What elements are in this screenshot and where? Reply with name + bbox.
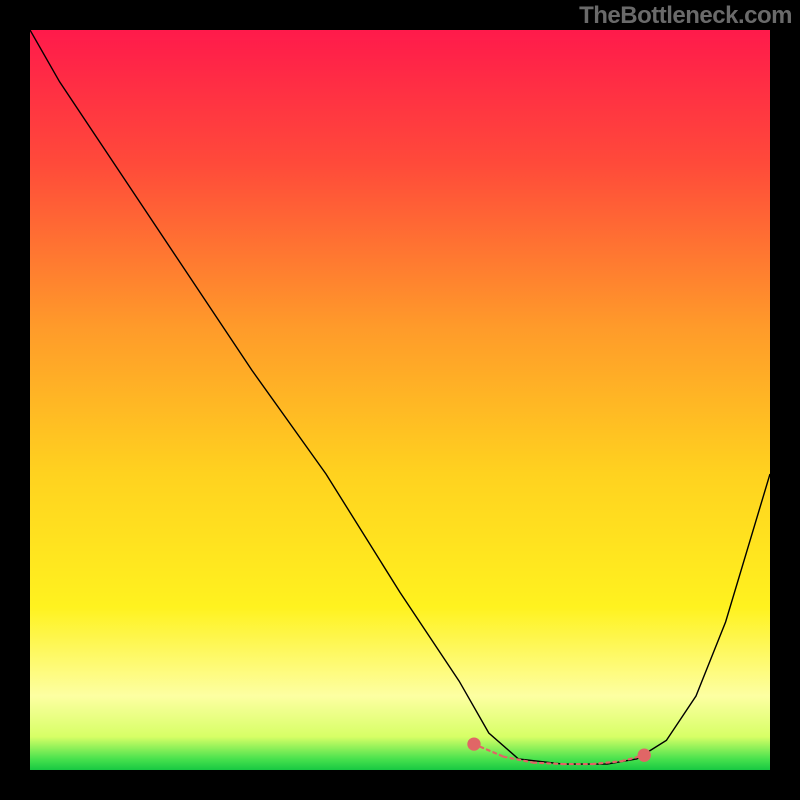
valley-highlight-endpoint [467, 737, 480, 750]
chart-container: TheBottleneck.com [0, 0, 800, 800]
plot-background [30, 30, 770, 770]
valley-highlight-endpoint [638, 749, 651, 762]
bottleneck-chart [30, 30, 770, 770]
watermark-text: TheBottleneck.com [579, 2, 792, 30]
